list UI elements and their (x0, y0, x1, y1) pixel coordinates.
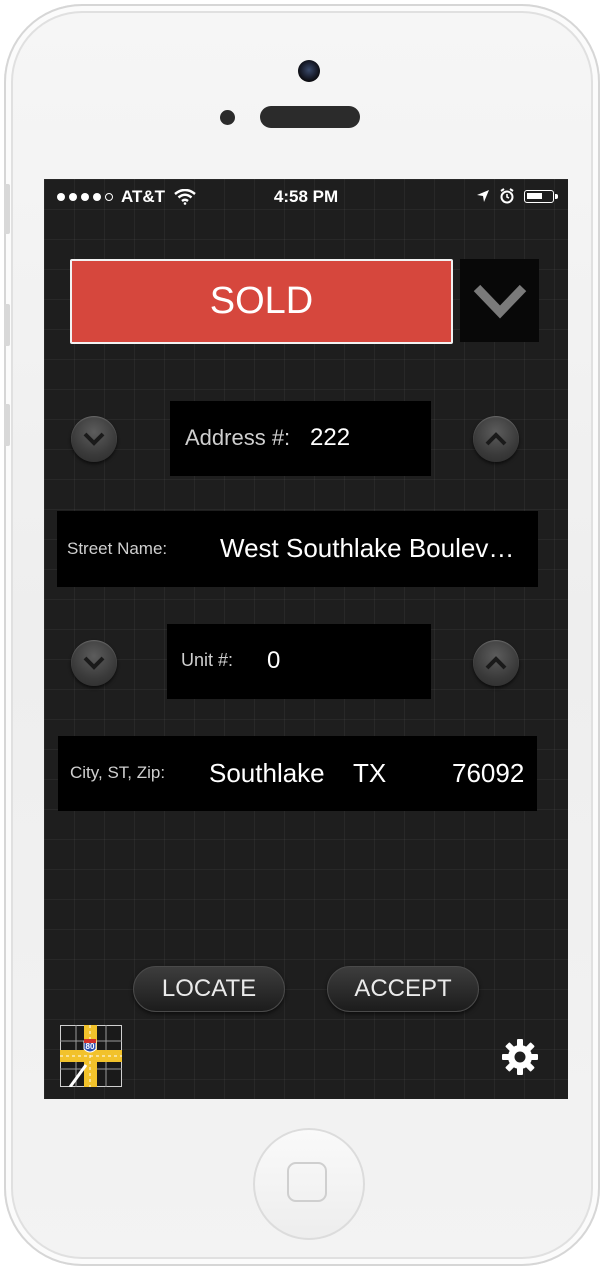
alarm-icon (500, 188, 514, 204)
unit-number-label: Unit #: (181, 650, 234, 670)
status-dropdown-button[interactable] (460, 259, 539, 342)
mute-switch (4, 184, 10, 234)
status-icons (476, 188, 558, 204)
city-state-zip-label: City, ST, Zip: (70, 763, 166, 782)
unit-number-decrement-button[interactable] (71, 640, 117, 686)
unit-number-field[interactable]: Unit #: 0 (167, 624, 431, 699)
unit-number-value: 0 (267, 647, 281, 674)
city-state-zip-field[interactable]: City, ST, Zip: Southlake TX 76092 (58, 736, 537, 811)
home-button[interactable] (253, 1128, 365, 1240)
locate-button[interactable]: LOCATE (133, 966, 285, 1012)
app-screen: AT&T 4:58 PM SOLD Address #: 222 Street … (44, 179, 568, 1099)
street-name-value: West Southlake Boulev… (220, 533, 515, 563)
battery-icon (524, 189, 558, 203)
zip-value: 76092 (452, 758, 525, 788)
map-icon[interactable]: 80 (60, 1025, 122, 1087)
chevron-down-icon (473, 284, 526, 319)
accept-button[interactable]: ACCEPT (327, 966, 479, 1012)
volume-down-button (4, 404, 10, 446)
chevron-down-icon (83, 432, 105, 446)
address-number-field[interactable]: Address #: 222 (170, 401, 431, 476)
address-number-value: 222 (310, 424, 351, 451)
chevron-up-icon (485, 432, 507, 446)
address-number-increment-button[interactable] (473, 416, 519, 462)
volume-up-button (4, 304, 10, 346)
address-number-label: Address #: (185, 425, 291, 450)
street-name-field[interactable]: Street Name: West Southlake Boulev… (57, 511, 538, 587)
location-arrow-icon (477, 190, 489, 202)
home-button-square-icon (287, 1162, 327, 1202)
city-value: Southlake (209, 758, 325, 788)
unit-number-increment-button[interactable] (473, 640, 519, 686)
map-icon-shield-number: 80 (86, 1042, 95, 1051)
street-name-label: Street Name: (67, 539, 168, 558)
earpiece-speaker (260, 106, 360, 128)
address-number-decrement-button[interactable] (71, 416, 117, 462)
proximity-sensor (220, 110, 235, 125)
chevron-up-icon (485, 656, 507, 670)
status-button-sold[interactable]: SOLD (70, 259, 453, 344)
state-value: TX (353, 758, 387, 788)
status-bar: AT&T 4:58 PM (44, 179, 568, 215)
front-camera (298, 60, 320, 82)
gear-icon[interactable] (500, 1037, 540, 1077)
chevron-down-icon (83, 656, 105, 670)
